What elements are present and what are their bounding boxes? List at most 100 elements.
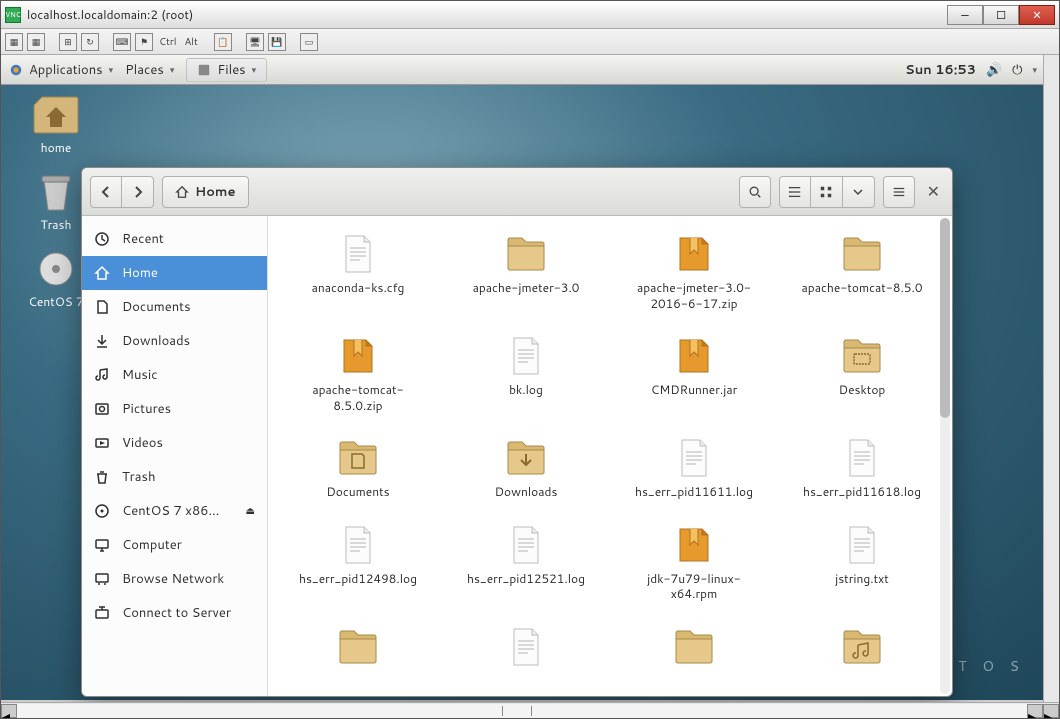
nautilus-sidebar: Recent Home Documents Downloads MusicPicture… [82, 216, 268, 696]
file-item[interactable] [444, 621, 608, 684]
hamburger-button[interactable] [883, 176, 915, 208]
file-item[interactable]: apache-tomcat-8.5.0 [780, 228, 944, 322]
file-item[interactable] [780, 621, 944, 684]
sidebar-item-connect[interactable]: Connect to Server [82, 596, 267, 630]
downloads-icon [94, 333, 110, 349]
music-icon [94, 367, 110, 383]
files-scrollbar[interactable] [940, 218, 950, 694]
file-item[interactable]: CMDRunner.jar [612, 330, 776, 424]
disc-icon [94, 503, 110, 519]
folder-music-icon [840, 625, 884, 669]
path-label: Home [195, 183, 236, 201]
chevron-down-icon[interactable]: ▾ [1032, 63, 1037, 76]
file-item[interactable] [276, 621, 440, 684]
clock-label[interactable]: Sun 16:53 [905, 61, 976, 79]
places-label: Places [125, 61, 164, 79]
close-button[interactable]: ✕ [1019, 5, 1055, 25]
path-button[interactable]: Home [162, 176, 249, 208]
file-item[interactable]: hs_err_pid12498.log [276, 519, 440, 613]
sidebar-item-label: Documents [122, 298, 191, 316]
file-name: apache-tomcat-8.5.0.zip [288, 382, 428, 413]
places-menu[interactable]: Places ▾ [125, 61, 174, 79]
vnc-tool-icon[interactable]: ⊞ [59, 33, 77, 51]
file-item[interactable]: Desktop [780, 330, 944, 424]
sidebar-item-disc[interactable]: CentOS 7 x86…⏏ [82, 494, 267, 528]
nautilus-header: Home ✕ [82, 168, 952, 216]
sidebar-item-trash[interactable]: Trash [82, 460, 267, 494]
sidebar-item-label: Downloads [122, 332, 190, 350]
vnc-ctrl-label[interactable]: Ctrl [157, 35, 179, 49]
view-options-button[interactable] [843, 176, 875, 208]
sidebar-item-documents[interactable]: Documents [82, 290, 267, 324]
maximize-button[interactable]: ☐ [983, 5, 1019, 25]
sidebar-item-pictures[interactable]: Pictures [82, 392, 267, 426]
file-item[interactable]: hs_err_pid11618.log [780, 432, 944, 511]
file-item[interactable]: apache-tomcat-8.5.0.zip [276, 330, 440, 424]
desktop-home-icon[interactable]: home [21, 95, 91, 156]
nautilus-close-button[interactable]: ✕ [923, 176, 944, 207]
file-item[interactable]: Documents [276, 432, 440, 511]
file-item[interactable]: apache-jmeter-3.0 [444, 228, 608, 322]
forward-button[interactable] [122, 176, 154, 208]
minimize-button[interactable]: — [947, 5, 983, 25]
folder-icon [504, 232, 548, 276]
archive-icon [672, 523, 716, 567]
file-item[interactable]: jdk-7u79-linux-x64.rpm [612, 519, 776, 613]
vnc-alt-label[interactable]: Alt [183, 35, 200, 49]
back-button[interactable] [90, 176, 122, 208]
file-name: hs_err_pid11618.log [803, 484, 921, 500]
vnc-tool-icon[interactable]: 📋 [214, 33, 232, 51]
file-item[interactable]: apache-jmeter-3.0-2016-6-17.zip [612, 228, 776, 322]
vnc-tool-icon[interactable]: ▭ [300, 33, 318, 51]
file-item[interactable]: Downloads [444, 432, 608, 511]
file-item[interactable]: anaconda-ks.cfg [276, 228, 440, 322]
view-grid-button[interactable] [811, 176, 843, 208]
power-icon[interactable]: ⏻ [1012, 61, 1022, 79]
eject-icon[interactable]: ⏏ [246, 504, 255, 518]
home-icon [94, 265, 110, 281]
sidebar-item-home[interactable]: Home [82, 256, 267, 290]
vnc-tool-icon[interactable]: 🖥 [246, 33, 264, 51]
vnc-tool-icon[interactable]: ⌨ [113, 33, 131, 51]
file-item[interactable]: bk.log [444, 330, 608, 424]
file-name: Desktop [839, 382, 886, 398]
app-menu-button[interactable]: Files ▾ [186, 58, 267, 82]
sidebar-item-computer[interactable]: Computer [82, 528, 267, 562]
applications-label: Applications [29, 61, 103, 79]
folder-desktop-icon [840, 334, 884, 378]
sidebar-item-videos[interactable]: Videos [82, 426, 267, 460]
gnome-desktop[interactable]: Applications ▾ Places ▾ Files ▾ Sun 16:5… [1, 55, 1045, 700]
win7-titlebar[interactable]: VNC localhost.localdomain:2 (root) — ☐ ✕ [1, 1, 1059, 29]
vnc-tool-icon[interactable]: ⚑ [135, 33, 153, 51]
file-item[interactable]: jstring.txt [780, 519, 944, 613]
file-name: Documents [326, 484, 389, 500]
file-item[interactable]: hs_err_pid12521.log [444, 519, 608, 613]
vnc-tool-icon[interactable]: ▦ [27, 33, 45, 51]
volume-icon[interactable]: 🔊 [986, 61, 1002, 79]
gnome-top-panel: Applications ▾ Places ▾ Files ▾ Sun 16:5… [1, 55, 1045, 85]
file-item[interactable] [612, 621, 776, 684]
sidebar-item-label: Recent [122, 230, 164, 248]
vnc-tool-icon[interactable]: 💾 [268, 33, 286, 51]
applications-menu[interactable]: Applications ▾ [9, 61, 113, 79]
vnc-tool-icon[interactable]: ▦ [5, 33, 23, 51]
sidebar-item-downloads[interactable]: Downloads [82, 324, 267, 358]
sidebar-item-network[interactable]: Browse Network [82, 562, 267, 596]
file-name: apache-jmeter-3.0 [473, 280, 580, 296]
vnc-icon: VNC [5, 7, 21, 23]
file-name: CMDRunner.jar [651, 382, 738, 398]
vnc-window: VNC localhost.localdomain:2 (root) — ☐ ✕… [0, 0, 1060, 719]
vnc-horizontal-scrollbar[interactable]: ◂▸▸ [1, 702, 1059, 718]
view-list-button[interactable] [779, 176, 811, 208]
vnc-vertical-scrollbar[interactable] [1043, 55, 1059, 702]
file-item[interactable]: hs_err_pid11611.log [612, 432, 776, 511]
chevron-down-icon: ▾ [109, 63, 114, 76]
sidebar-item-recent[interactable]: Recent [82, 222, 267, 256]
folder-icon [840, 232, 884, 276]
files-grid[interactable]: anaconda-ks.cfg apache-jmeter-3.0 apache-j… [268, 216, 952, 696]
folder-icon [672, 625, 716, 669]
sidebar-item-music[interactable]: Music [82, 358, 267, 392]
file-name: hs_err_pid12498.log [299, 571, 417, 587]
search-button[interactable] [739, 176, 771, 208]
vnc-tool-icon[interactable]: ↻ [81, 33, 99, 51]
